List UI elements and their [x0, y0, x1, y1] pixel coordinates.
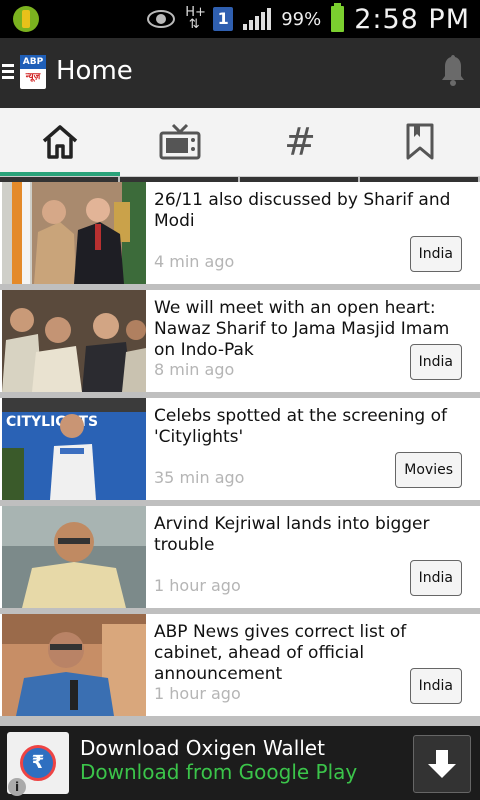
news-item[interactable]: 26/11 also discussed by Sharif and Modi …: [0, 182, 480, 284]
news-item[interactable]: ABP News gives correct list of cabinet, …: [0, 614, 480, 716]
category-tag[interactable]: India: [409, 668, 462, 704]
battery-percent: 99%: [281, 8, 322, 30]
notification-bell-icon[interactable]: [440, 52, 466, 88]
news-feed[interactable]: 26/11 also discussed by Sharif and Modi …: [0, 177, 480, 726]
tab-bar: #: [0, 108, 480, 177]
page-title: Home: [56, 56, 133, 86]
news-item[interactable]: We will meet with an open heart: Nawaz S…: [0, 290, 480, 392]
hashtag-icon: #: [284, 120, 316, 164]
signal-icon: [243, 8, 272, 30]
category-tag[interactable]: India: [409, 560, 462, 596]
tab-trending[interactable]: #: [240, 108, 360, 176]
tab-tv[interactable]: [120, 108, 240, 176]
news-timestamp: 1 hour ago: [154, 576, 241, 595]
status-bar: H+ ⇅ 1 99% 2:58 PM: [0, 0, 480, 38]
home-icon: [42, 125, 78, 159]
action-bar: ABP न्यूज़ Home: [0, 38, 480, 108]
news-thumbnail: [2, 614, 146, 716]
category-tag[interactable]: India: [409, 344, 462, 380]
app-notification-icon: [13, 6, 39, 32]
app-logo[interactable]: ABP न्यूज़: [20, 55, 46, 89]
rupee-icon: ₹: [20, 745, 56, 781]
bookmark-icon: [406, 123, 434, 160]
download-arrow-icon: [428, 750, 456, 778]
ad-banner[interactable]: ₹ i Download Oxigen Wallet Download from…: [0, 726, 480, 800]
ad-title[interactable]: Download Oxigen Wallet: [80, 736, 325, 760]
tv-icon: [159, 123, 201, 160]
clock: 2:58 PM: [354, 3, 470, 35]
download-button[interactable]: [413, 735, 471, 793]
tab-bookmarks[interactable]: [360, 108, 480, 176]
news-headline[interactable]: 26/11 also discussed by Sharif and Modi: [154, 190, 472, 232]
network-type: H+ ⇅: [185, 5, 206, 32]
news-item[interactable]: CITYLIGHTS Celebs spotted at the screeni…: [0, 398, 480, 500]
news-timestamp: 4 min ago: [154, 252, 235, 271]
menu-icon[interactable]: [2, 64, 14, 80]
ad-subtitle[interactable]: Download from Google Play: [80, 760, 357, 784]
news-thumbnail: [2, 182, 146, 284]
eye-icon: [147, 10, 176, 28]
news-item[interactable]: Arvind Kejriwal lands into bigger troubl…: [0, 506, 480, 608]
sim-icon: 1: [213, 7, 234, 31]
poster-text: CITYLIGHTS: [6, 414, 98, 430]
battery-icon: [331, 3, 345, 32]
category-tag[interactable]: India: [409, 236, 462, 272]
news-headline[interactable]: Celebs spotted at the screening of 'City…: [154, 406, 472, 448]
category-tag[interactable]: Movies: [395, 452, 462, 488]
news-thumbnail: [2, 290, 146, 392]
news-timestamp: 1 hour ago: [154, 684, 241, 703]
news-timestamp: 8 min ago: [154, 360, 235, 379]
news-thumbnail: CITYLIGHTS: [2, 398, 146, 500]
news-headline[interactable]: Arvind Kejriwal lands into bigger troubl…: [154, 514, 472, 556]
news-timestamp: 35 min ago: [154, 468, 245, 487]
info-icon[interactable]: i: [8, 778, 26, 796]
tab-home[interactable]: [0, 108, 120, 176]
news-thumbnail: [2, 506, 146, 608]
